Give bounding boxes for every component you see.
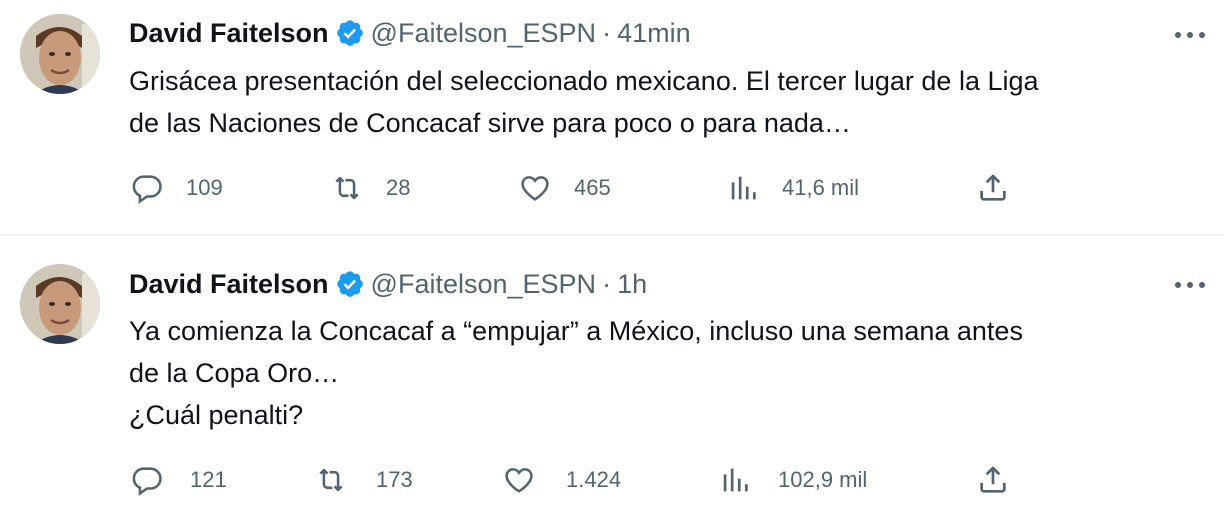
profile-photo	[20, 264, 100, 344]
timestamp[interactable]: 1h	[617, 269, 647, 300]
like-button[interactable]: 465	[518, 168, 611, 208]
tweet[interactable]: David Faitelson @Faitelson_ESPN · 41min …	[0, 0, 1224, 234]
tweet-header: David Faitelson @Faitelson_ESPN · 1h	[129, 264, 647, 304]
retweet-button[interactable]: 28	[330, 168, 410, 208]
separator-dot: ·	[602, 17, 612, 48]
avatar[interactable]	[20, 14, 100, 94]
tweet-text: Grisácea presentación del seleccionado m…	[129, 60, 1209, 144]
like-count: 1.424	[566, 467, 622, 492]
retweet-icon	[335, 176, 359, 200]
tweet-text-line: de las Naciones de Concacaf sirve para p…	[129, 108, 851, 138]
more-options-icon[interactable]	[1170, 20, 1210, 50]
reply-button[interactable]: 109	[130, 168, 223, 208]
tweet-text-line: ¿Cuál penalti?	[129, 400, 304, 430]
like-button[interactable]: 1.424	[502, 460, 621, 500]
profile-photo	[20, 14, 100, 94]
retweet-button[interactable]: 173	[314, 460, 413, 500]
tweet[interactable]: David Faitelson @Faitelson_ESPN · 1h Ya …	[0, 236, 1224, 505]
reply-icon	[132, 467, 162, 496]
like-count: 465	[574, 175, 611, 200]
views-chart-icon	[731, 176, 756, 200]
reply-icon	[132, 175, 162, 204]
view-count: 41,6 mil	[782, 175, 860, 200]
avatar[interactable]	[20, 264, 100, 344]
tweet-text-line: de la Copa Oro…	[129, 358, 340, 388]
share-button[interactable]	[976, 168, 1010, 208]
share-button[interactable]	[976, 460, 1010, 500]
tweet-text: Ya comienza la Concacaf a “empujar” a Mé…	[129, 310, 1209, 436]
action-bar: 109 28 465 41,6 mil	[0, 168, 1224, 208]
share-icon	[980, 174, 1006, 201]
views-button[interactable]: 102,9 mil	[718, 460, 867, 500]
more-options-icon[interactable]	[1170, 270, 1210, 300]
reply-count: 121	[190, 467, 227, 492]
views-chart-icon	[723, 468, 748, 492]
author-handle[interactable]: @Faitelson_ESPN	[371, 269, 597, 300]
tweet-header: David Faitelson @Faitelson_ESPN · 41min	[129, 13, 691, 53]
author-handle[interactable]: @Faitelson_ESPN	[371, 18, 597, 49]
reply-button[interactable]: 121	[130, 460, 227, 500]
retweet-count: 173	[376, 467, 413, 492]
author-name[interactable]: David Faitelson	[129, 18, 329, 49]
heart-icon	[521, 176, 549, 201]
share-icon	[980, 466, 1006, 493]
retweet-count: 28	[386, 175, 411, 200]
tweet-text-line: Ya comienza la Concacaf a “empujar” a Mé…	[129, 316, 1023, 346]
author-name[interactable]: David Faitelson	[129, 269, 329, 300]
action-bar: 121 173 1.424 102,9 mil	[0, 460, 1224, 500]
separator-dot: ·	[602, 268, 612, 299]
heart-icon	[505, 468, 533, 493]
view-count: 102,9 mil	[778, 467, 868, 492]
retweet-icon	[319, 468, 343, 492]
views-button[interactable]: 41,6 mil	[726, 168, 859, 208]
verified-badge-icon	[335, 18, 365, 48]
verified-badge-icon	[335, 269, 365, 299]
reply-count: 109	[186, 175, 223, 200]
tweet-text-line: Grisácea presentación del seleccionado m…	[129, 66, 1039, 96]
timestamp[interactable]: 41min	[617, 18, 691, 49]
